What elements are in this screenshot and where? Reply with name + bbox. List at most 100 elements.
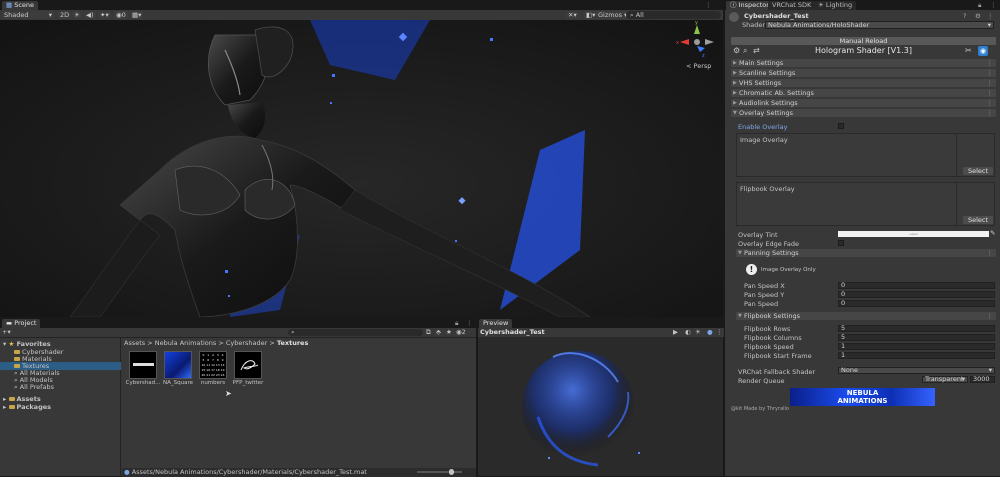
asset-thumb-cybershader[interactable] [129,351,157,379]
tree-packages[interactable]: ▸ Packages [3,403,51,411]
persp-label[interactable]: < Persp [686,62,711,70]
section-menu-icon[interactable]: ⋮ [987,69,994,77]
grid-toggle-icon[interactable]: ▦▾ [130,11,144,19]
lock-icon[interactable]: 🔒︎ [455,319,458,328]
section-overlay-settings[interactable]: ▼ Overlay Settings ⋮ [731,109,996,117]
zoom-slider-handle[interactable] [449,469,454,475]
flipbook-rows-field[interactable]: 5 [838,325,995,332]
flipbook-columns-field[interactable]: 5 [838,334,995,341]
enable-overlay-checkbox[interactable] [838,123,844,129]
pan-speed-label: Pan Speed [744,300,779,308]
tab-preview[interactable]: Preview [479,319,513,328]
panel-menu-icon[interactable]: ⋮ [466,319,473,327]
section-panning-settings[interactable]: ▼ Panning Settings ⋮ [736,249,996,257]
section-audiolink-settings[interactable]: ▶ Audiolink Settings ⋮ [731,99,996,107]
scene-viewport[interactable]: y x z < Persp [0,20,723,317]
pan-speed-field[interactable]: 0 [838,300,995,307]
mode-2d-toggle[interactable]: 2D [58,11,72,19]
tab-lighting[interactable]: ☀ Lighting [814,1,857,10]
panel-menu-icon[interactable]: ⋮ [716,328,723,337]
section-scanline-settings[interactable]: ▶ Scanline Settings ⋮ [731,69,996,77]
logo-strip [133,363,154,366]
section-vhs-settings[interactable]: ▶ VHS Settings ⋮ [731,79,996,87]
breadcrumb-cybershader[interactable]: Cybershader [226,339,267,347]
overlay-tint-color-field[interactable]: Label [838,231,989,237]
section-menu-icon[interactable]: ⋮ [987,109,994,117]
tools-icon[interactable]: ✕▾ [566,11,579,19]
render-queue-mode-dropdown[interactable]: Transparent ▾ [922,376,968,383]
breadcrumb-textures[interactable]: Textures [277,339,308,347]
asset-thumb-na-square[interactable] [164,351,192,379]
flipbook-overlay-select-button[interactable]: Select [963,216,993,224]
section-menu-icon[interactable]: ⋮ [987,249,994,257]
eyedropper-icon[interactable]: ✎ [990,229,995,237]
flipbook-speed-field[interactable]: 1 [838,343,995,350]
section-menu-icon[interactable]: ⋮ [987,312,994,320]
light-icon[interactable]: ☀ [695,328,701,337]
panel-menu-icon[interactable]: ⋮ [990,1,997,9]
filter-type-icon[interactable]: ⧉ [426,328,431,337]
section-menu-icon[interactable]: ⋮ [987,59,994,67]
effects-toggle-icon[interactable]: ✦▾ [98,11,111,19]
asset-thumb-pfp-twitter[interactable] [234,351,262,379]
filter-label-icon[interactable]: ⬘ [436,328,441,336]
more-icon[interactable]: ⋮ [987,12,994,20]
tab-vrchat-sdk[interactable]: VRChat SDK [768,1,816,10]
discord-icon[interactable]: ◉ [978,46,988,56]
section-flipbook-settings[interactable]: ▼ Flipbook Settings ⋮ [736,312,996,320]
zoom-slider[interactable] [417,469,462,475]
image-overlay-select-button[interactable]: Select [963,167,993,175]
flipbook-start-frame-field[interactable]: 1 [838,352,995,359]
hidden-objects-icon[interactable]: ◉0 [114,11,128,19]
breadcrumb-nebula[interactable]: Nebula Animations [155,339,217,347]
asset-label-cybershader[interactable]: Cybershad... [125,380,161,386]
breadcrumb-assets[interactable]: Assets [124,339,145,347]
flipbook-columns-label: Flipbook Columns [744,334,802,342]
tab-project[interactable]: ▬ Project [2,319,41,328]
render-queue-value-field[interactable]: 3000 [970,376,995,383]
tab-inspector[interactable]: ⓘ Inspector [726,1,773,10]
lock-icon[interactable]: 🔒︎ [978,1,981,10]
tree-item-all-prefabs[interactable]: ⌕ All Prefabs [14,383,54,391]
play-icon[interactable]: ▶ [673,328,678,337]
shading-mode-dropdown[interactable]: Shaded ▾ [2,11,54,19]
create-button[interactable]: +▾ [2,328,11,336]
sphere-icon[interactable]: ● [707,328,713,337]
section-menu-icon[interactable]: ⋮ [987,99,994,107]
audio-toggle-icon[interactable]: ◀) [84,11,96,19]
pan-speed-y-field[interactable]: 0 [838,291,995,298]
expand-arrow-icon: ▶ [733,80,737,86]
nebula-banner[interactable]: NEBULA ANIMATIONS [790,388,935,406]
lighting-toggle-icon[interactable]: ☀ [72,11,82,19]
gizmos-dropdown[interactable]: Gizmos ▾ [596,11,630,19]
help-icon[interactable]: ? [963,12,966,20]
panel-menu-icon[interactable]: ⋮ [705,1,712,9]
pan-speed-x-field[interactable]: 0 [838,282,995,289]
asset-thumb-numbers[interactable]: 0 1 2 3 4 5 6 7 8 9 10 11 12 13 14 15 16 17 18 19 20 21 22 23 24 [199,351,227,379]
chevron-down-icon: ▾ [988,366,992,374]
tree-favorites[interactable]: ▾ ★ Favorites [3,340,51,348]
shader-dropdown[interactable]: Nebula Animations/HoloShader ▾ [765,21,994,29]
banner-line-1: NEBULA [846,389,879,397]
asset-label-na-square[interactable]: NA_Square [160,380,196,386]
section-menu-icon[interactable]: ⋮ [987,89,994,97]
inspector-header: ⓘ Inspector VRChat SDK ☀ Lighting 🔒︎ ⋮ [724,0,1000,10]
tools-icon[interactable]: ✂ [965,46,972,55]
manual-reload-button[interactable]: Manual Reload [731,37,996,45]
tab-scene[interactable]: ▦ Scene [2,1,39,10]
favorite-star-icon[interactable]: ★ [446,328,452,336]
hidden-count-icon[interactable]: ◉2 [456,328,466,336]
material-sphere-icon [729,12,739,22]
mesh-icon[interactable]: ◐ [685,328,691,337]
section-main-settings[interactable]: ▶ Main Settings ⋮ [731,59,996,67]
section-menu-icon[interactable]: ⋮ [987,79,994,87]
fallback-shader-dropdown[interactable]: None ▾ [838,367,995,374]
project-search-input[interactable]: ⌕ [288,329,423,336]
settings-icon[interactable]: ⚙ [975,12,981,20]
scene-search-input[interactable]: ⌕ All [626,11,721,19]
asset-label-numbers[interactable]: numbers [195,380,231,386]
tree-assets[interactable]: ▸ Assets [3,395,41,403]
asset-label-pfp-twitter[interactable]: PFP_twitter [230,380,266,386]
section-chromatic-settings[interactable]: ▶ Chromatic Ab. Settings ⋮ [731,89,996,97]
overlay-edge-fade-checkbox[interactable] [838,240,844,246]
